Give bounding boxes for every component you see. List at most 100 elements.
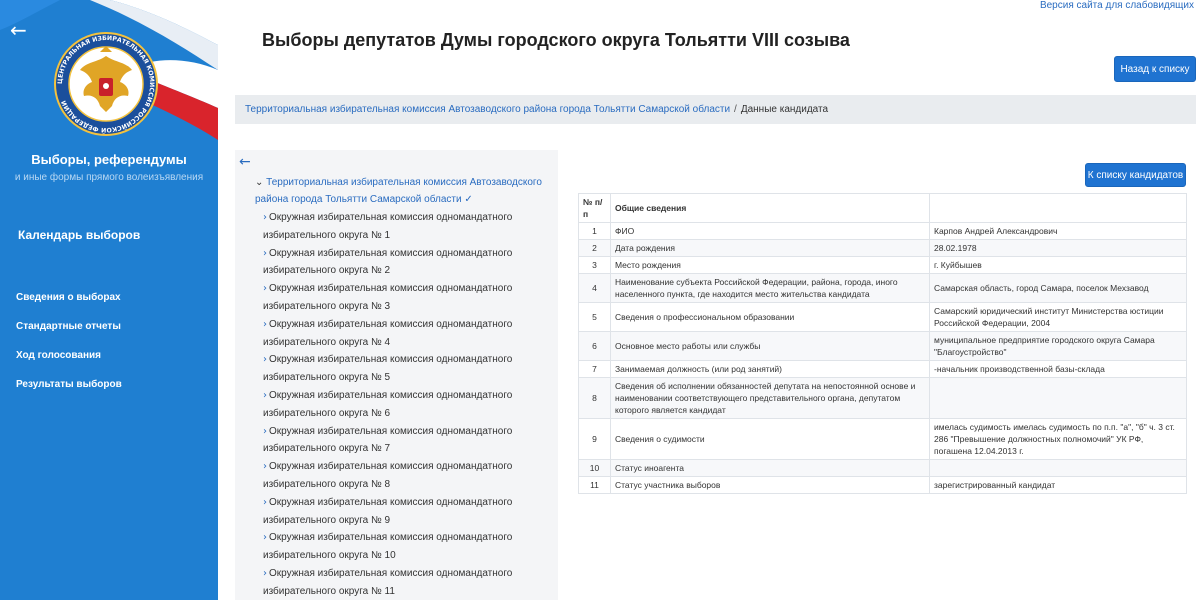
chevron-right-icon[interactable]: › <box>263 319 267 330</box>
cell-number: 1 <box>578 222 611 240</box>
tree-item-label[interactable]: Окружная избирательная комиссия одноманд… <box>263 568 512 597</box>
cell-number: 7 <box>578 360 611 378</box>
tree-item-district-1[interactable]: › Окружная избирательная комиссия одноман… <box>263 209 553 245</box>
table-row: 9 Сведения о судимости имелась судимость и… <box>578 418 1187 460</box>
cell-field: Сведения об исполнении обязанностей депу… <box>610 377 930 419</box>
tree-root-label[interactable]: Территориальная избирательная комиссия А… <box>255 177 542 205</box>
breadcrumb-current: Данные кандидата <box>740 104 829 115</box>
table-row: 1 ФИО Карпов Андрей Александрович <box>578 222 1187 240</box>
cell-value: муниципальное предприятие городского окр… <box>929 331 1187 361</box>
table-row: 10 Статус иноагента <box>578 459 1187 477</box>
cell-field: Наименование субъекта Российской Федерац… <box>610 273 930 303</box>
cell-field: ФИО <box>610 222 930 240</box>
chevron-right-icon[interactable]: › <box>263 390 267 401</box>
cec-emblem-logo: ЦЕНТРАЛЬНАЯ ИЗБИРАТЕЛЬНАЯ КОМИССИЯ РОССИ… <box>54 32 158 136</box>
chevron-right-icon[interactable]: › <box>263 426 267 437</box>
breadcrumb-link-commission[interactable]: Территориальная избирательная комиссия А… <box>245 104 730 115</box>
chevron-right-icon[interactable]: › <box>263 497 267 508</box>
tree-item-label[interactable]: Окружная избирательная комиссия одноманд… <box>263 497 512 526</box>
accessibility-version-link[interactable]: Версия сайта для слабовидящих <box>1040 0 1194 11</box>
tree-item-district-11[interactable]: › Окружная избирательная комиссия одноман… <box>263 565 553 600</box>
tree-item-label[interactable]: Окружная избирательная комиссия одноманд… <box>263 212 512 241</box>
nav-election-results[interactable]: Результаты выборов <box>16 379 122 408</box>
table-row: 6 Основное место работы или службы муницип… <box>578 331 1187 361</box>
tree-item-label[interactable]: Окружная избирательная комиссия одноманд… <box>263 461 512 490</box>
cell-value <box>929 459 1187 477</box>
cell-value: -начальник производственной базы-склада <box>929 360 1187 378</box>
tree-item-district-9[interactable]: › Окружная избирательная комиссия одноман… <box>263 494 553 530</box>
commission-tree: ← ⌄ Территориальная избирательная комисс… <box>235 150 558 600</box>
tree-item-district-2[interactable]: › Окружная избирательная комиссия одноман… <box>263 245 553 281</box>
page-title: Выборы депутатов Думы городского округа … <box>262 30 850 50</box>
brand-title: Выборы, референдумы <box>31 152 187 167</box>
table-row: 8 Сведения об исполнении обязанностей деп… <box>578 377 1187 419</box>
cell-value: Карпов Андрей Александрович <box>929 222 1187 240</box>
table-row: 3 Место рождения г. Куйбышев <box>578 256 1187 274</box>
cell-value: имелась судимость имелась судимость по п… <box>929 418 1187 460</box>
chevron-down-icon[interactable]: ⌄ <box>255 177 263 188</box>
chevron-right-icon[interactable]: › <box>263 248 267 259</box>
chevron-right-icon[interactable]: › <box>263 354 267 365</box>
tree-item-label[interactable]: Окружная избирательная комиссия одноманд… <box>263 532 512 561</box>
tree-item-label[interactable]: Окружная избирательная комиссия одноманд… <box>263 319 512 348</box>
table-row: 7 Занимаемая должность (или род занятий) -… <box>578 360 1187 378</box>
column-header-number: № п/п <box>578 193 611 223</box>
tree-item-district-4[interactable]: › Окружная избирательная комиссия одноман… <box>263 316 553 352</box>
tree-back-arrow-icon[interactable]: ← <box>239 154 251 170</box>
tree-list: › Окружная избирательная комиссия одноман… <box>263 209 553 600</box>
cell-field: Статус участника выборов <box>610 476 930 494</box>
tree-item-label[interactable]: Окружная избирательная комиссия одноманд… <box>263 390 512 419</box>
cell-number: 10 <box>578 459 611 477</box>
cell-number: 6 <box>578 331 611 361</box>
tree-item-district-3[interactable]: › Окружная избирательная комиссия одноман… <box>263 280 553 316</box>
cell-number: 11 <box>578 476 611 494</box>
cell-number: 4 <box>578 273 611 303</box>
cell-number: 5 <box>578 302 611 332</box>
candidate-info-table: № п/п Общие сведения 1 ФИО Карпов Андрей А… <box>578 193 1187 494</box>
chevron-right-icon[interactable]: › <box>263 568 267 579</box>
tree-item-label[interactable]: Окружная избирательная комиссия одноманд… <box>263 248 512 277</box>
column-header-value <box>929 193 1187 223</box>
to-candidate-list-button[interactable]: К списку кандидатов <box>1085 163 1186 187</box>
tree-item-label[interactable]: Окружная избирательная комиссия одноманд… <box>263 283 512 312</box>
tree-item-district-8[interactable]: › Окружная избирательная комиссия одноман… <box>263 458 553 494</box>
tree-root-item[interactable]: ⌄ Территориальная избирательная комиссия… <box>255 174 553 208</box>
tree-item-district-10[interactable]: › Окружная избирательная комиссия одноман… <box>263 529 553 565</box>
table-row: 11 Статус участника выборов зарегистрирова… <box>578 476 1187 494</box>
chevron-right-icon[interactable]: › <box>263 283 267 294</box>
tree-item-district-5[interactable]: › Окружная избирательная комиссия одноман… <box>263 351 553 387</box>
back-arrow-icon[interactable]: ← <box>10 18 27 42</box>
cell-value: зарегистрированный кандидат <box>929 476 1187 494</box>
tree-item-district-7[interactable]: › Окружная избирательная комиссия одноман… <box>263 423 553 459</box>
cell-field: Статус иноагента <box>610 459 930 477</box>
cell-value: г. Куйбышев <box>929 256 1187 274</box>
nav-calendar[interactable]: Календарь выборов <box>18 228 140 242</box>
sidebar: ← ЦЕНТРАЛЬНАЯ ИЗБИРАТЕЛЬНАЯ КОМИССИЯ РОС… <box>0 0 218 600</box>
candidate-table-body: 1 ФИО Карпов Андрей Александрович 2 Дата рож… <box>578 222 1187 494</box>
tree-item-label[interactable]: Окружная избирательная комиссия одноманд… <box>263 426 512 455</box>
breadcrumb: Территориальная избирательная комиссия А… <box>235 95 1196 124</box>
cell-value: 28.02.1978 <box>929 239 1187 257</box>
back-to-list-button[interactable]: Назад к списку <box>1114 56 1196 82</box>
tree-item-label[interactable]: Окружная избирательная комиссия одноманд… <box>263 354 512 383</box>
table-row: 2 Дата рождения 28.02.1978 <box>578 239 1187 257</box>
table-row: 4 Наименование субъекта Российской Федера… <box>578 273 1187 303</box>
table-row: 5 Сведения о профессиональном образовании… <box>578 302 1187 332</box>
nav-voting-progress[interactable]: Ход голосования <box>16 350 122 379</box>
nav-election-info[interactable]: Сведения о выборах <box>16 292 122 321</box>
chevron-right-icon[interactable]: › <box>263 461 267 472</box>
chevron-right-icon[interactable]: › <box>263 532 267 543</box>
tree-item-district-6[interactable]: › Окружная избирательная комиссия одноман… <box>263 387 553 423</box>
sidebar-nav: Сведения о выборах Стандартные отчеты Хо… <box>16 292 122 408</box>
cell-field: Дата рождения <box>610 239 930 257</box>
cell-number: 9 <box>578 418 611 460</box>
nav-standard-reports[interactable]: Стандартные отчеты <box>16 321 122 350</box>
chevron-right-icon[interactable]: › <box>263 212 267 223</box>
cell-value: Самарская область, город Самара, поселок… <box>929 273 1187 303</box>
column-header-field: Общие сведения <box>610 193 930 223</box>
cell-number: 3 <box>578 256 611 274</box>
cell-field: Занимаемая должность (или род занятий) <box>610 360 930 378</box>
cell-number: 8 <box>578 377 611 419</box>
cell-field: Сведения о судимости <box>610 418 930 460</box>
cell-number: 2 <box>578 239 611 257</box>
